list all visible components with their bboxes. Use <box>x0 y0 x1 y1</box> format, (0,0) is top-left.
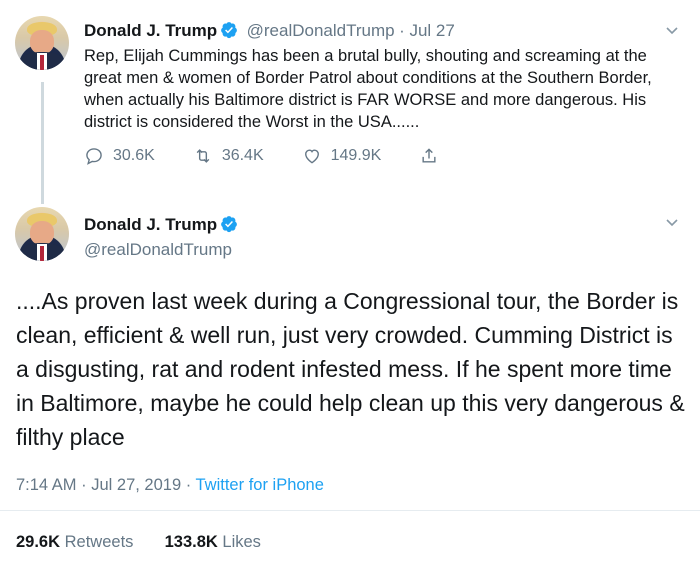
chevron-down-icon[interactable] <box>664 214 680 235</box>
heart-icon <box>304 149 319 164</box>
retweets-stat[interactable]: 29.6K Retweets <box>16 533 133 551</box>
tweet-text: ....As proven last week during a Congres… <box>16 288 685 450</box>
likes-count: 133.8K <box>164 533 218 551</box>
tweet-date[interactable]: Jul 27 <box>409 21 454 40</box>
separator-dot: · <box>399 21 410 40</box>
share-button[interactable] <box>419 146 448 166</box>
tweet-source-link[interactable]: Twitter for iPhone <box>196 476 324 494</box>
tweet-meta: 7:14 AM · Jul 27, 2019 · Twitter for iPh… <box>16 476 324 495</box>
chevron-down-icon[interactable] <box>664 22 680 43</box>
avatar[interactable] <box>15 207 69 261</box>
tweet-time[interactable]: 7:14 AM <box>16 476 77 494</box>
avatar[interactable] <box>15 16 69 70</box>
verified-badge-icon <box>221 22 238 39</box>
reply-count: 30.6K <box>113 147 155 164</box>
tweet-date[interactable]: Jul 27, 2019 <box>91 476 181 494</box>
like-button[interactable]: 149.9K <box>302 146 382 166</box>
like-count: 149.9K <box>330 147 382 164</box>
display-name[interactable]: Donald J. Trump <box>84 215 217 234</box>
tweet-stats: 29.6K Retweets 133.8K Likes <box>16 533 261 552</box>
likes-stat[interactable]: 133.8K Likes <box>165 533 261 551</box>
retweet-button[interactable]: 36.4K <box>193 146 264 166</box>
separator-dot: · <box>185 476 196 494</box>
thread-connector <box>41 82 44 204</box>
retweets-label: Retweets <box>64 533 134 551</box>
separator-dot: · <box>81 476 92 494</box>
tweet-actions: 30.6K 36.4K 149.9K <box>84 146 486 166</box>
verified-badge-icon <box>221 216 238 233</box>
tweet-text: Rep, Elijah Cummings has been a brutal b… <box>84 47 652 131</box>
retweet-icon <box>196 149 210 163</box>
reply-button[interactable]: 30.6K <box>84 146 155 166</box>
display-name[interactable]: Donald J. Trump <box>84 21 217 40</box>
handle[interactable]: @realDonaldTrump <box>84 240 232 260</box>
retweets-count: 29.6K <box>16 533 61 551</box>
likes-label: Likes <box>222 533 261 551</box>
handle[interactable]: @realDonaldTrump <box>247 21 395 40</box>
tweet-header: Donald J. Trump @realDonaldTrump · Jul 2… <box>84 21 455 41</box>
divider <box>0 510 700 511</box>
share-icon <box>422 148 436 163</box>
reply-icon <box>86 148 102 165</box>
retweet-count: 36.4K <box>221 147 264 164</box>
tweet-author: Donald J. Trump <box>84 215 238 235</box>
